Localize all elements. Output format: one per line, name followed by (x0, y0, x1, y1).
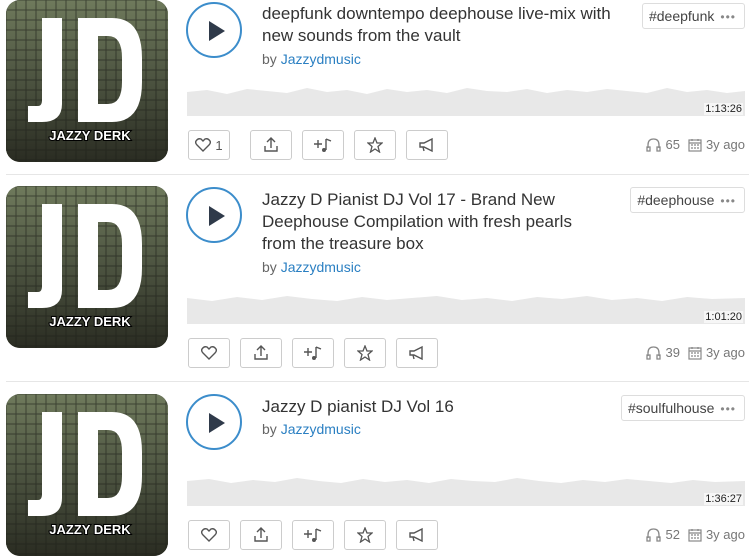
tag-label: #deephouse (637, 192, 715, 208)
track-cover-art[interactable]: JAZZY DERK (6, 0, 168, 162)
genre-tag[interactable]: #deepfunk ••• (641, 3, 745, 29)
track-title[interactable]: deepfunk downtempo deephouse live-mix wi… (262, 3, 617, 47)
divider (6, 174, 749, 175)
more-dots-icon[interactable]: ••• (720, 194, 736, 208)
repost-button[interactable] (250, 130, 292, 160)
byline-prefix: by (262, 421, 277, 437)
promote-button[interactable] (396, 338, 438, 368)
svg-text:JAZZY DERK: JAZZY DERK (49, 522, 131, 537)
track-cover-art[interactable]: JAZZY DERK (6, 394, 168, 556)
track-duration: 1:36:27 (704, 493, 743, 505)
byline-prefix: by (262, 51, 277, 67)
add-to-playlist-icon (304, 346, 322, 360)
track-byline: by Jazzydmusic (262, 259, 361, 275)
svg-text:JAZZY DERK: JAZZY DERK (49, 128, 131, 143)
play-icon (209, 21, 225, 41)
waveform[interactable]: 1:13:26 (187, 80, 745, 116)
jazzy-derk-logo: JAZZY DERK (6, 0, 168, 162)
star-icon (357, 345, 373, 361)
more-dots-icon[interactable]: ••• (720, 10, 736, 24)
share-icon (254, 527, 268, 542)
author-link[interactable]: Jazzydmusic (281, 51, 361, 67)
favorite-button[interactable] (344, 520, 386, 550)
track-cover-art[interactable]: JAZZY DERK (6, 186, 168, 348)
tag-label: #deepfunk (648, 8, 715, 24)
play-icon (209, 206, 225, 226)
play-button[interactable] (186, 2, 242, 58)
like-button[interactable]: 1 (188, 130, 230, 160)
tag-label: #soulfulhouse (627, 400, 715, 416)
genre-tag[interactable]: #deephouse ••• (630, 187, 745, 213)
megaphone-icon (409, 345, 423, 361)
add-to-playlist-icon (304, 528, 322, 542)
play-count: 39 (665, 345, 680, 360)
add-to-playlist-button[interactable] (292, 338, 334, 368)
heart-icon (201, 346, 217, 360)
track-duration: 1:01:20 (704, 311, 743, 323)
like-count: 1 (215, 137, 223, 153)
track-stats: 52 3y ago (646, 527, 745, 542)
waveform[interactable]: 1:36:27 (187, 470, 745, 506)
jazzy-derk-logo: JAZZY DERK (6, 186, 168, 348)
track-byline: by Jazzydmusic (262, 51, 361, 67)
headphones-icon (646, 345, 662, 360)
add-to-playlist-button[interactable] (292, 520, 334, 550)
like-button[interactable] (188, 338, 230, 368)
track-duration: 1:13:26 (704, 103, 743, 115)
heart-icon (195, 138, 212, 152)
calendar-icon (688, 138, 702, 152)
like-button[interactable] (188, 520, 230, 550)
share-icon (254, 345, 268, 360)
upload-age: 3y ago (705, 527, 745, 542)
track-stats: 65 3y ago (646, 137, 745, 152)
play-button[interactable] (186, 187, 242, 243)
author-link[interactable]: Jazzydmusic (281, 259, 361, 275)
track-title[interactable]: Jazzy D Pianist DJ Vol 17 - Brand New De… (262, 189, 602, 255)
waveform[interactable]: 1:01:20 (187, 288, 745, 324)
heart-icon (201, 528, 217, 542)
headphones-icon (646, 137, 662, 152)
divider (6, 381, 749, 382)
megaphone-icon (409, 527, 423, 543)
favorite-button[interactable] (344, 338, 386, 368)
promote-button[interactable] (396, 520, 438, 550)
svg-text:JAZZY DERK: JAZZY DERK (49, 314, 131, 329)
repost-button[interactable] (240, 520, 282, 550)
calendar-icon (688, 346, 702, 360)
share-icon (264, 137, 278, 152)
star-icon (367, 137, 383, 153)
track-stats: 39 3y ago (646, 345, 745, 360)
headphones-icon (646, 527, 662, 542)
play-count: 52 (665, 527, 680, 542)
play-button[interactable] (186, 394, 242, 450)
play-icon (209, 413, 225, 433)
megaphone-icon (419, 137, 433, 153)
play-count: 65 (665, 137, 680, 152)
add-to-playlist-icon (314, 138, 332, 152)
favorite-button[interactable] (354, 130, 396, 160)
promote-button[interactable] (406, 130, 448, 160)
byline-prefix: by (262, 259, 277, 275)
repost-button[interactable] (240, 338, 282, 368)
upload-age: 3y ago (705, 345, 745, 360)
calendar-icon (688, 528, 702, 542)
genre-tag[interactable]: #soulfulhouse ••• (620, 395, 745, 421)
more-dots-icon[interactable]: ••• (720, 402, 736, 416)
track-title[interactable]: Jazzy D pianist DJ Vol 16 (262, 396, 617, 418)
star-icon (357, 527, 373, 543)
author-link[interactable]: Jazzydmusic (281, 421, 361, 437)
track-byline: by Jazzydmusic (262, 421, 361, 437)
jazzy-derk-logo: JAZZY DERK (6, 394, 168, 556)
add-to-playlist-button[interactable] (302, 130, 344, 160)
upload-age: 3y ago (705, 137, 745, 152)
